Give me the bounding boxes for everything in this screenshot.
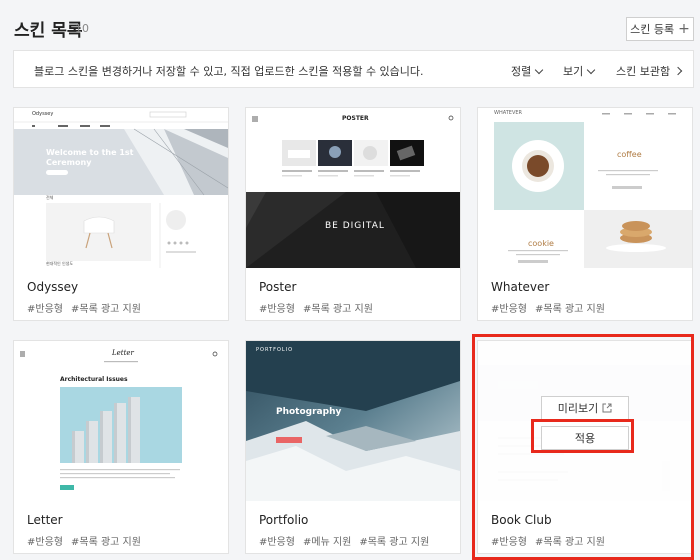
skin-tag: #목록 광고 지원 [70, 537, 141, 548]
chevron-down-icon [587, 65, 596, 74]
portfolio-preview-image [246, 341, 460, 501]
skin-storage-link[interactable]: 스킨 보관함 [616, 63, 683, 79]
skin-card-portfolio[interactable]: PORTFOLIO Photography Portfolio #반응형 #메뉴… [245, 340, 461, 554]
skin-thumbnail-poster[interactable]: POSTER BE DIGITAL [246, 108, 460, 268]
skin-thumbnail-letter[interactable]: Letter Architectural Issues [14, 341, 228, 501]
skin-name: Poster [259, 280, 297, 294]
odyssey-preview-image [14, 108, 228, 268]
skin-thumbnail-portfolio[interactable]: PORTFOLIO Photography [246, 341, 460, 501]
register-skin-label: 스킨 등록 [630, 23, 675, 36]
chevron-right-icon [673, 66, 683, 76]
thumb-hero-line1: Welcome to the 1st [46, 148, 134, 157]
sort-dropdown[interactable]: 정렬 [511, 63, 544, 79]
skin-tag: #반응형 [27, 537, 63, 548]
skin-tag: #목록 광고 지원 [534, 304, 605, 315]
thumb-brand: Letter [112, 349, 134, 357]
letter-preview-image [14, 341, 228, 501]
thumb-brand: POSTER [342, 115, 369, 122]
description-text: 블로그 스킨을 변경하거나 저장할 수 있고, 직접 업로드한 스킨을 적용할 … [34, 65, 424, 78]
chevron-down-icon [535, 65, 544, 74]
thumb-heading: Architectural Issues [60, 376, 128, 383]
skin-thumbnail-whatever[interactable]: WHATEVER coffee cookie [478, 108, 692, 268]
skin-tags: #반응형 #목록 광고 지원 [259, 300, 373, 315]
sort-label: 정렬 [511, 65, 532, 78]
skin-tag: #반응형 [259, 537, 295, 548]
skin-storage-label: 스킨 보관함 [616, 65, 671, 78]
thumb-brand: PORTFOLIO [256, 347, 294, 353]
thumb-section: 전체 [46, 195, 54, 200]
description-bar: 블로그 스킨을 변경하거나 저장할 수 있고, 직접 업로드한 스킨을 적용할 … [13, 50, 694, 88]
skin-card-letter[interactable]: Letter Architectural Issues Letter #반응형 … [13, 340, 229, 554]
skin-card-poster[interactable]: POSTER BE DIGITAL Poster #반응형 #목록 광고 지원 [245, 107, 461, 321]
skin-tag: #목록 광고 지원 [359, 537, 430, 548]
thumb-caption: 현대적인 인생도 [46, 261, 74, 266]
skin-tags: #반응형 #목록 광고 지원 [27, 300, 141, 315]
whatever-preview-image [478, 108, 692, 268]
register-skin-button[interactable]: 스킨 등록 + [626, 17, 694, 41]
skin-tags: #반응형 #메뉴 지원 #목록 광고 지원 [259, 533, 429, 548]
skin-count: 10 [75, 22, 89, 35]
thumb-brand: WHATEVER [494, 110, 523, 116]
thumb-heading: Photography [276, 407, 342, 417]
skin-tag: #반응형 [491, 304, 527, 315]
poster-preview-image [246, 108, 460, 268]
view-dropdown[interactable]: 보기 [563, 63, 596, 79]
skin-tag: #반응형 [259, 304, 295, 315]
page-title: 스킨 목록 [14, 21, 83, 41]
skin-tag: #목록 광고 지원 [70, 304, 141, 315]
skin-tag: #반응형 [27, 304, 63, 315]
skin-name: Odyssey [27, 280, 79, 294]
highlight-frame-apply [531, 419, 634, 453]
thumb-banner: BE DIGITAL [325, 221, 385, 231]
page-header: 스킨 목록 10 스킨 등록 + [0, 0, 700, 48]
skin-tag: #목록 광고 지원 [302, 304, 373, 315]
plus-icon: + [678, 21, 690, 37]
skin-tags: #반응형 #목록 광고 지원 [491, 300, 605, 315]
skin-card-odyssey[interactable]: Odyssey Welcome to the 1st Ceremony 전체 현… [13, 107, 229, 321]
thumb-label-cookie: cookie [528, 239, 554, 248]
skin-card-whatever[interactable]: WHATEVER coffee cookie Whatever #반응형 #목록… [477, 107, 693, 321]
thumb-label-coffee: coffee [617, 150, 642, 159]
skin-thumbnail-odyssey[interactable]: Odyssey Welcome to the 1st Ceremony 전체 현… [14, 108, 228, 268]
skin-name: Portfolio [259, 513, 309, 527]
skin-name: Letter [27, 513, 63, 527]
thumb-brand: Odyssey [32, 111, 54, 117]
skin-name: Whatever [491, 280, 550, 294]
skin-tag: #메뉴 지원 [302, 537, 352, 548]
view-label: 보기 [563, 65, 584, 78]
skin-tags: #반응형 #목록 광고 지원 [27, 533, 141, 548]
thumb-hero-line2: Ceremony [46, 158, 92, 167]
